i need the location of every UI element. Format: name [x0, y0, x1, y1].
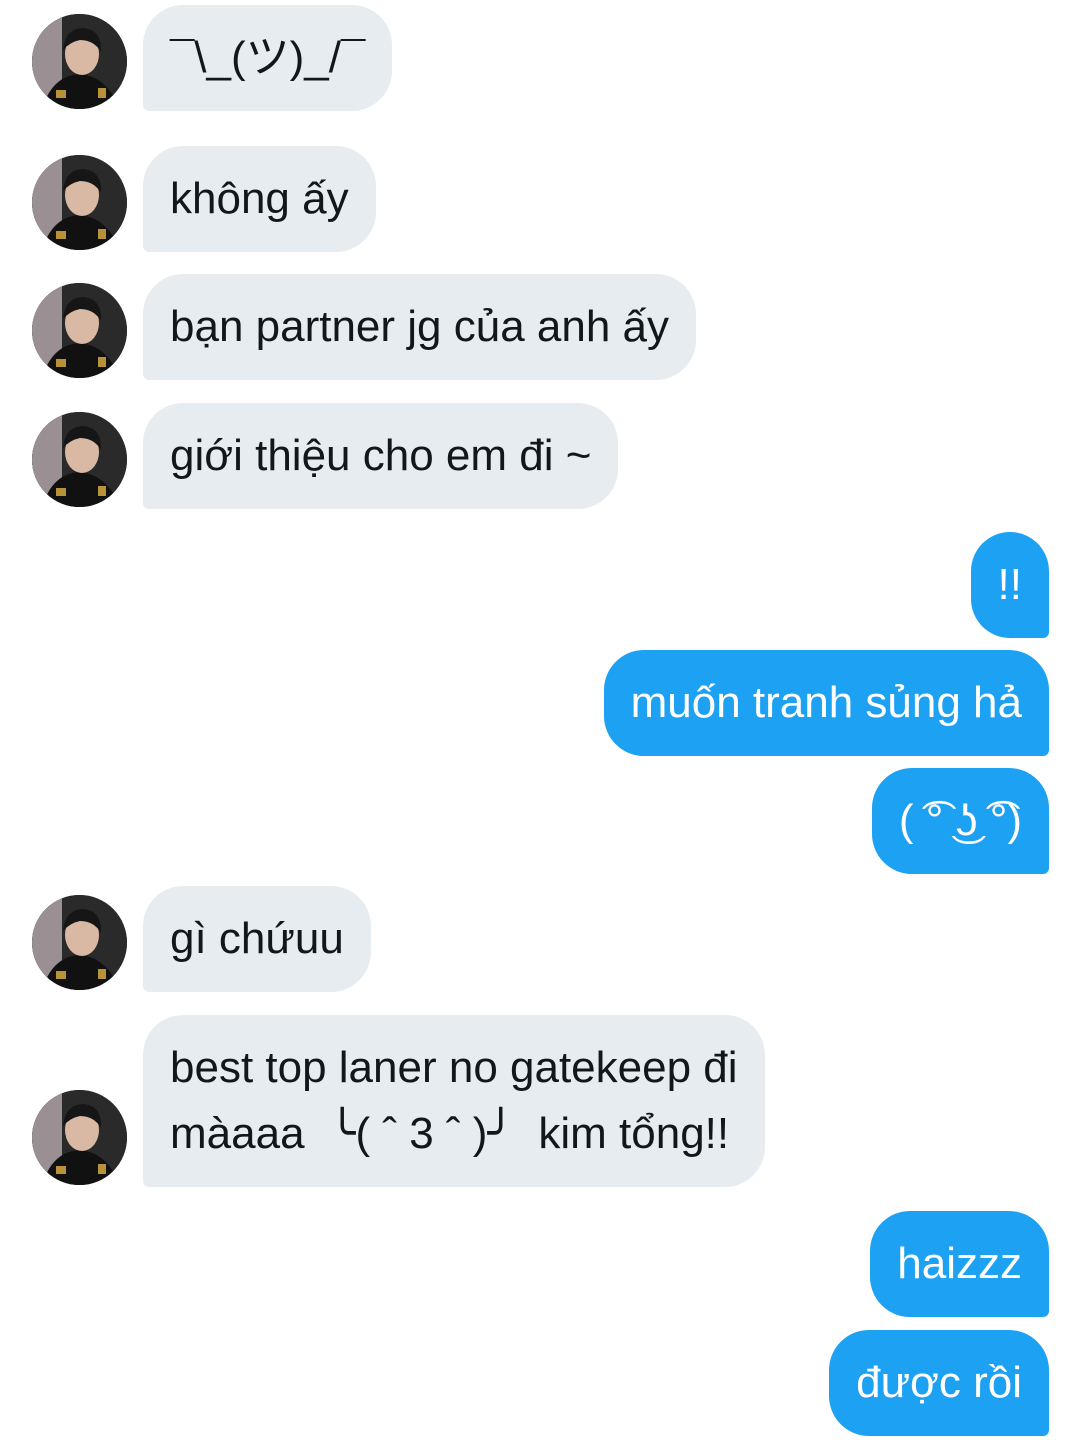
- chat-conversation: ¯\_(ツ)_/¯ không ấy bạn partner jg của an…: [0, 0, 1080, 1440]
- avatar-image: [32, 283, 127, 378]
- message-bubble[interactable]: được rồi: [829, 1330, 1049, 1436]
- message-bubble[interactable]: bạn partner jg của anh ấy: [143, 274, 697, 380]
- message-outgoing: haizzz: [870, 1211, 1049, 1317]
- message-incoming: không ấy: [32, 146, 376, 252]
- message-bubble[interactable]: !!: [970, 532, 1049, 638]
- message-incoming: gì chứuu: [32, 886, 371, 992]
- message-outgoing: muốn tranh sủng hả: [603, 650, 1049, 756]
- message-bubble[interactable]: ( ͡° ͜ʖ ͡°): [871, 768, 1049, 874]
- avatar-image: [32, 155, 127, 250]
- user-avatar[interactable]: [32, 14, 127, 109]
- user-avatar[interactable]: [32, 1090, 127, 1185]
- avatar-image: [32, 412, 127, 507]
- message-bubble[interactable]: không ấy: [143, 146, 376, 252]
- message-bubble[interactable]: giới thiệu cho em đi ~: [143, 403, 619, 509]
- avatar-image: [32, 1090, 127, 1185]
- message-bubble[interactable]: ¯\_(ツ)_/¯: [143, 5, 393, 111]
- message-bubble[interactable]: haizzz: [870, 1211, 1049, 1317]
- avatar-image: [32, 895, 127, 990]
- message-outgoing: được rồi: [829, 1330, 1049, 1436]
- user-avatar[interactable]: [32, 283, 127, 378]
- message-incoming: ¯\_(ツ)_/¯: [32, 5, 393, 111]
- message-incoming: giới thiệu cho em đi ~: [32, 403, 619, 509]
- user-avatar[interactable]: [32, 155, 127, 250]
- avatar-image: [32, 14, 127, 109]
- user-avatar[interactable]: [32, 412, 127, 507]
- message-outgoing: !!: [970, 532, 1049, 638]
- message-incoming: best top laner no gatekeep đi màaaa ╰( ˆ…: [32, 1015, 765, 1187]
- message-bubble[interactable]: best top laner no gatekeep đi màaaa ╰( ˆ…: [143, 1015, 765, 1187]
- message-incoming: bạn partner jg của anh ấy: [32, 274, 697, 380]
- message-outgoing: ( ͡° ͜ʖ ͡°): [871, 768, 1049, 874]
- message-bubble[interactable]: gì chứuu: [143, 886, 371, 992]
- user-avatar[interactable]: [32, 895, 127, 990]
- message-bubble[interactable]: muốn tranh sủng hả: [603, 650, 1049, 756]
